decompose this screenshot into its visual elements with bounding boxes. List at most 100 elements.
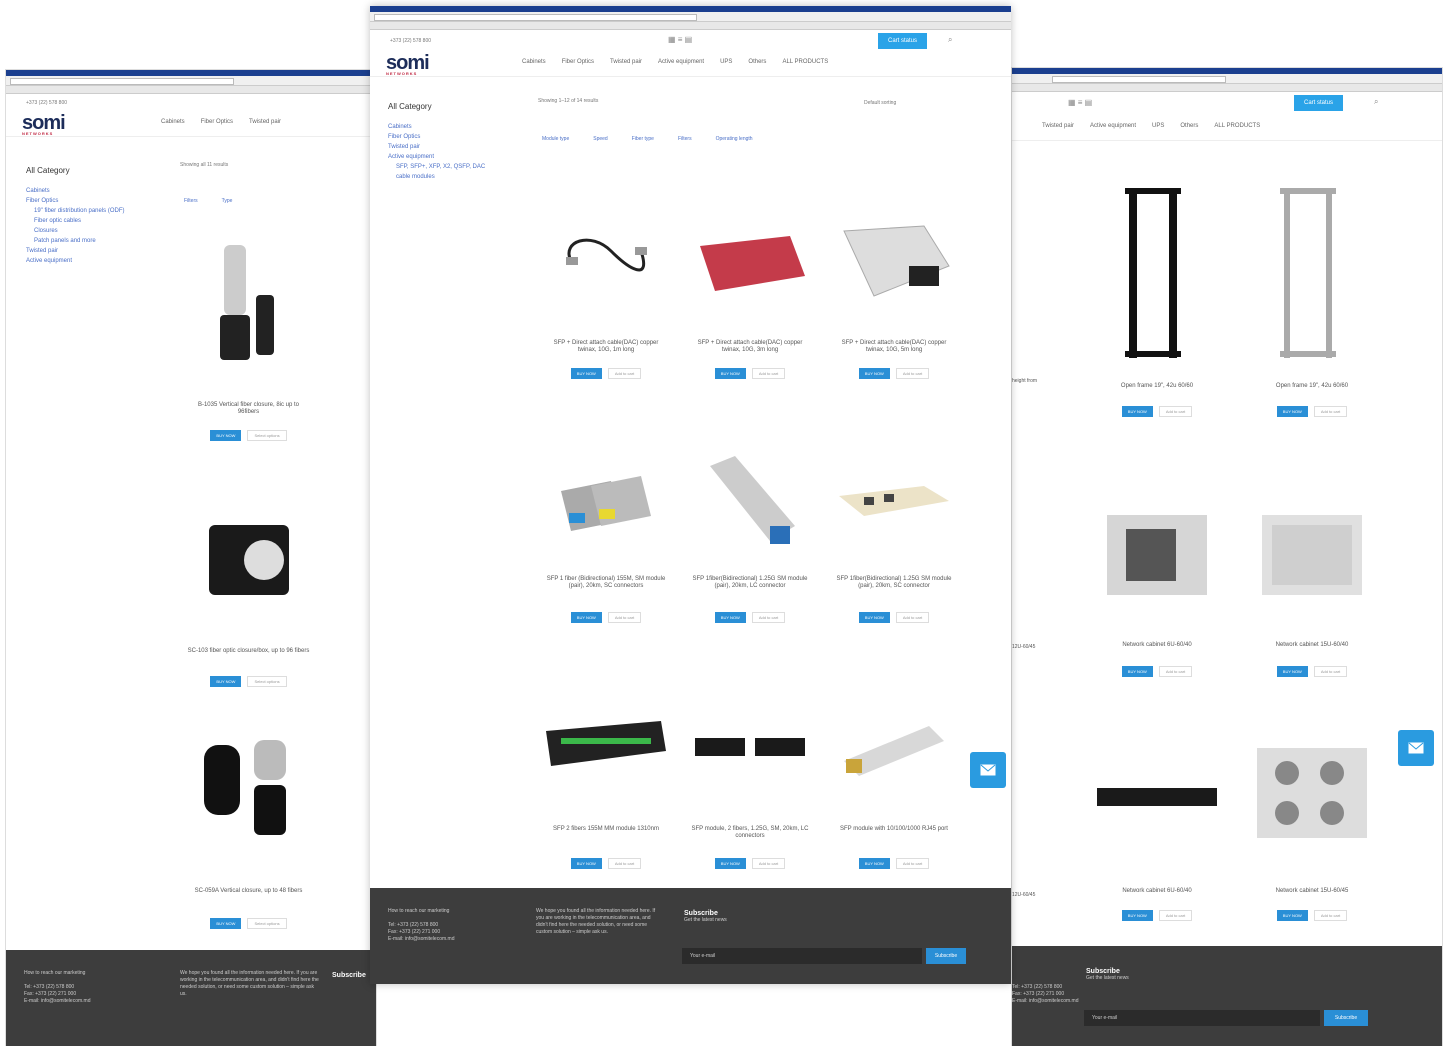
- product-image[interactable]: [181, 730, 316, 860]
- product-name[interactable]: SC-059A Vertical closure, up to 48 fiber…: [181, 888, 316, 895]
- sidebar-item[interactable]: Twisted pair: [388, 142, 508, 152]
- sidebar-item[interactable]: Active equipment: [26, 256, 156, 266]
- product-name[interactable]: SFP + Direct attach cable(DAC) copper tw…: [682, 340, 818, 354]
- menu-item-ups[interactable]: UPS: [720, 59, 732, 65]
- product-name[interactable]: SFP module with 10/100/1000 RJ45 port: [826, 826, 962, 833]
- select-options-button[interactable]: Select options: [247, 918, 287, 929]
- add-to-cart-button[interactable]: Add to cart: [1313, 666, 1348, 677]
- product-image[interactable]: [826, 196, 962, 326]
- product-card[interactable]: SC-103 fiber optic closure/box, up to 96…: [181, 490, 316, 720]
- buy-now-button[interactable]: BUY NOW: [570, 368, 602, 379]
- sidebar-item[interactable]: cable modules: [388, 172, 508, 182]
- buy-now-button[interactable]: BUY NOW: [570, 858, 602, 869]
- add-to-cart-button[interactable]: Add to cart: [1158, 910, 1193, 921]
- product-card[interactable]: SFP 2 fibers 155M MM module 1310nm BUY N…: [538, 686, 674, 886]
- menu-item-others[interactable]: Others: [748, 59, 766, 65]
- filter-dropdown[interactable]: Filters: [678, 136, 692, 142]
- filter-dropdown[interactable]: Module type: [542, 136, 569, 142]
- product-card[interactable]: Network cabinet 15U-60/45 BUY NOW Add to …: [1237, 728, 1387, 948]
- menu-item-twisted[interactable]: Twisted pair: [249, 119, 281, 125]
- product-card[interactable]: Open frame 19", 42u 60/60 BUY NOW Add to …: [1082, 178, 1232, 438]
- product-card[interactable]: SFP 1 fiber (Bidirectional) 155M, SM mod…: [538, 426, 674, 646]
- product-image[interactable]: [538, 696, 674, 796]
- product-card[interactable]: SFP + Direct attach cable(DAC) copper tw…: [538, 186, 674, 396]
- filter-dropdown[interactable]: Type: [222, 198, 233, 204]
- product-name[interactable]: Open frame 19", 42u 60/60: [1237, 383, 1387, 390]
- product-image[interactable]: [1082, 748, 1232, 848]
- select-options-button[interactable]: Select options: [247, 430, 287, 441]
- menu-item-all[interactable]: ALL PRODUCTS: [1214, 123, 1260, 129]
- sidebar-item[interactable]: Twisted pair: [26, 246, 156, 256]
- product-card[interactable]: SFP 1fiber(Bidirectional) 1.25G SM modul…: [826, 426, 962, 646]
- buy-now-button[interactable]: BUY NOW: [858, 612, 890, 623]
- product-name[interactable]: Network cabinet 15U-60/40: [1237, 642, 1387, 649]
- product-card[interactable]: SFP module with 10/100/1000 RJ45 port BU…: [826, 686, 962, 886]
- select-options-button[interactable]: Select options: [247, 676, 287, 687]
- address-bar[interactable]: [1012, 74, 1442, 84]
- buy-now-button[interactable]: BUY NOW: [714, 858, 746, 869]
- mail-icon[interactable]: [970, 752, 1006, 788]
- logo[interactable]: somi NETWORKS: [386, 52, 430, 76]
- product-image[interactable]: [181, 500, 316, 620]
- product-image[interactable]: [826, 696, 962, 796]
- sidebar-item[interactable]: Fiber Optics: [26, 196, 156, 206]
- product-card[interactable]: Network cabinet 6U-60/40 BUY NOW Add to c…: [1082, 728, 1232, 948]
- sidebar-item[interactable]: Fiber optic cables: [26, 216, 156, 226]
- filter-dropdown[interactable]: Speed: [593, 136, 607, 142]
- menu-item-all[interactable]: ALL PRODUCTS: [782, 59, 828, 65]
- product-card[interactable]: SC-059A Vertical closure, up to 48 fiber…: [181, 730, 316, 950]
- filter-dropdown[interactable]: Filters: [184, 198, 198, 204]
- product-image[interactable]: [1237, 178, 1387, 368]
- add-to-cart-button[interactable]: Add to cart: [607, 858, 642, 869]
- add-to-cart-button[interactable]: Add to cart: [895, 858, 930, 869]
- product-image[interactable]: [826, 436, 962, 566]
- footer-email[interactable]: E-mail: info@somitelecom.md: [1012, 998, 1142, 1005]
- buy-now-button[interactable]: BUY NOW: [1276, 406, 1308, 417]
- product-name[interactable]: Network cabinet 6U-60/40: [1082, 888, 1232, 895]
- buy-now-button[interactable]: BUY NOW: [1121, 406, 1153, 417]
- menu-item-twisted[interactable]: Twisted pair: [610, 59, 642, 65]
- sidebar-item[interactable]: Cabinets: [26, 186, 156, 196]
- sort-select[interactable]: Default sorting: [864, 100, 896, 106]
- product-image[interactable]: [181, 230, 316, 380]
- product-image[interactable]: [538, 196, 674, 326]
- product-name[interactable]: SFP 1fiber(Bidirectional) 1.25G SM modul…: [826, 576, 962, 590]
- subscribe-button[interactable]: Subscribe: [1324, 1010, 1368, 1026]
- sidebar-item[interactable]: Cabinets: [388, 122, 508, 132]
- buy-now-button[interactable]: BUY NOW: [210, 430, 242, 441]
- product-name[interactable]: Open frame 19", 42u 60/60: [1082, 383, 1232, 390]
- add-to-cart-button[interactable]: Add to cart: [751, 858, 786, 869]
- buy-now-button[interactable]: BUY NOW: [1121, 666, 1153, 677]
- sidebar-item[interactable]: 19" fiber distribution panels (ODF): [26, 206, 156, 216]
- product-card[interactable]: Network cabinet 15U-60/40 BUY NOW Add to …: [1237, 480, 1387, 700]
- product-name[interactable]: SFP 1fiber(Bidirectional) 1.25G SM modul…: [682, 576, 818, 590]
- footer-email[interactable]: E-mail: info@somitelecom.md: [388, 936, 518, 943]
- product-name[interactable]: SFP + Direct attach cable(DAC) copper tw…: [538, 340, 674, 354]
- menu-item-twisted[interactable]: Twisted pair: [1042, 123, 1074, 129]
- add-to-cart-button[interactable]: Add to cart: [1158, 406, 1193, 417]
- buy-now-button[interactable]: BUY NOW: [1121, 910, 1153, 921]
- product-name[interactable]: Network cabinet 15U-60/45: [1237, 888, 1387, 895]
- product-name[interactable]: SFP + Direct attach cable(DAC) copper tw…: [826, 340, 962, 354]
- sidebar-item[interactable]: Active equipment: [388, 152, 508, 162]
- cart-status-button[interactable]: Cart status: [1294, 95, 1344, 111]
- product-card[interactable]: SFP 1fiber(Bidirectional) 1.25G SM modul…: [682, 426, 818, 646]
- buy-now-button[interactable]: BUY NOW: [1276, 666, 1308, 677]
- add-to-cart-button[interactable]: Add to cart: [607, 612, 642, 623]
- product-image[interactable]: [1237, 733, 1387, 853]
- buy-now-button[interactable]: BUY NOW: [858, 858, 890, 869]
- sidebar-item[interactable]: Fiber Optics: [388, 132, 508, 142]
- buy-now-button[interactable]: BUY NOW: [210, 676, 242, 687]
- menu-item-others[interactable]: Others: [1180, 123, 1198, 129]
- add-to-cart-button[interactable]: Add to cart: [1313, 406, 1348, 417]
- search-icon[interactable]: ⌕: [1374, 97, 1378, 107]
- mail-icon[interactable]: [1398, 730, 1434, 766]
- add-to-cart-button[interactable]: Add to cart: [751, 368, 786, 379]
- add-to-cart-button[interactable]: Add to cart: [895, 612, 930, 623]
- sidebar-item[interactable]: Closures: [26, 226, 156, 236]
- add-to-cart-button[interactable]: Add to cart: [607, 368, 642, 379]
- product-card[interactable]: SFP + Direct attach cable(DAC) copper tw…: [682, 186, 818, 396]
- product-name[interactable]: SFP 2 fibers 155M MM module 1310nm: [538, 826, 674, 833]
- filter-dropdown[interactable]: Operating length: [716, 136, 753, 142]
- add-to-cart-button[interactable]: Add to cart: [1158, 666, 1193, 677]
